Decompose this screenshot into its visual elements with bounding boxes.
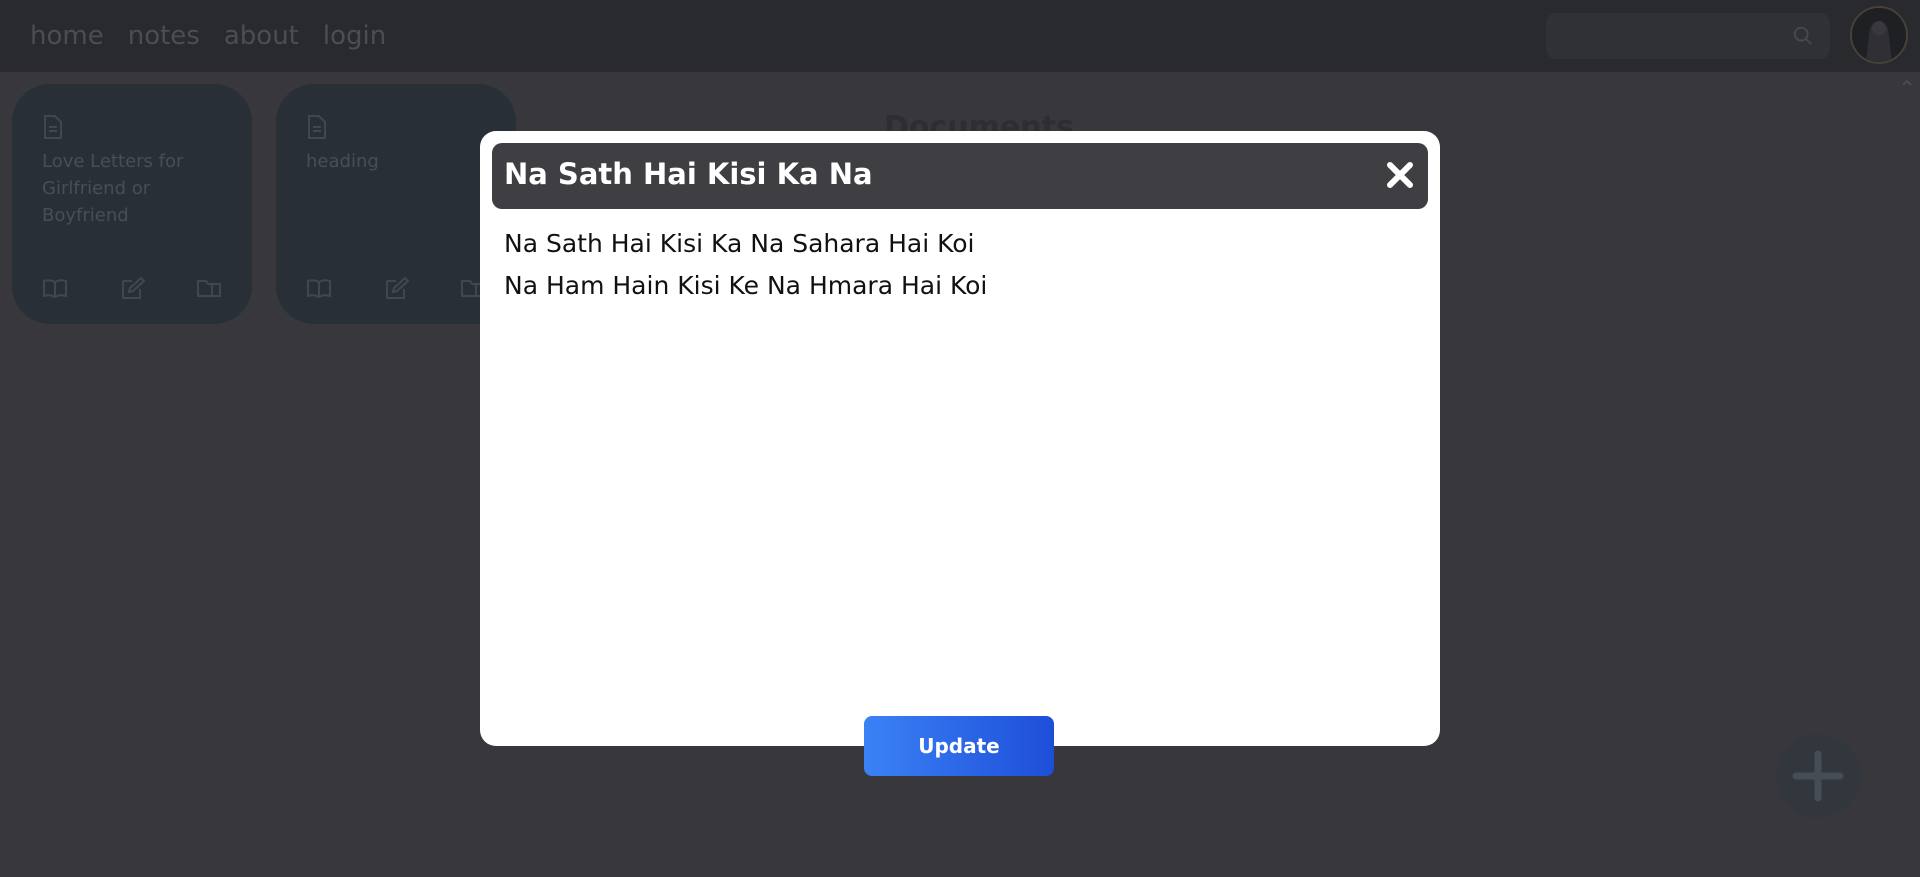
note-modal: Na Sath Hai Kisi Ka Na Na Sath Hai Kisi …: [480, 131, 1440, 746]
update-button[interactable]: Update: [864, 716, 1054, 776]
modal-title[interactable]: Na Sath Hai Kisi Ka Na: [504, 157, 873, 191]
note-body-line: Na Ham Hain Kisi Ke Na Hmara Hai Koi: [504, 271, 988, 300]
close-icon[interactable]: [1382, 157, 1418, 193]
modal-header: Na Sath Hai Kisi Ka Na: [492, 143, 1428, 209]
note-body-line: Na Sath Hai Kisi Ka Na Sahara Hai Koi: [504, 229, 975, 258]
note-body-editor[interactable]: Na Sath Hai Kisi Ka Na Sahara Hai Koi Na…: [504, 223, 1414, 683]
app-page: home notes about login Documents: [0, 0, 1920, 877]
